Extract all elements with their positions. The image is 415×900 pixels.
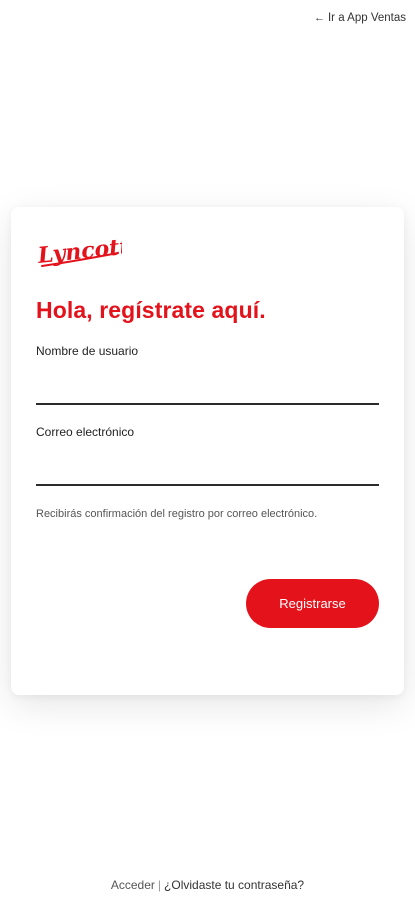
login-link[interactable]: Acceder <box>111 878 155 892</box>
back-link-label: Ir a App Ventas <box>327 12 406 24</box>
register-card: Lyncott Hola, regístrate aquí. Nombre de… <box>11 207 404 695</box>
registration-info-text: Recibirás confirmación del registro por … <box>36 508 318 520</box>
email-input[interactable] <box>36 454 379 486</box>
email-label: Correo electrónico <box>36 425 135 439</box>
page-title: Hola, regístrate aquí. <box>36 297 266 323</box>
arrow-left-icon: ← <box>313 12 325 24</box>
register-button[interactable]: Registrarse <box>246 579 379 628</box>
back-to-sales-app-link[interactable]: ← Ir a App Ventas <box>314 12 406 24</box>
username-label: Nombre de usuario <box>36 344 139 358</box>
username-input[interactable] <box>36 373 379 405</box>
brand-logo: Lyncott <box>36 233 122 269</box>
footer-links: Acceder | ¿Olvidaste tu contraseña? <box>0 878 415 892</box>
logo-text: Lyncott <box>36 233 122 269</box>
forgot-password-link[interactable]: ¿Olvidaste tu contraseña? <box>164 878 304 892</box>
footer-separator: | <box>157 878 162 892</box>
